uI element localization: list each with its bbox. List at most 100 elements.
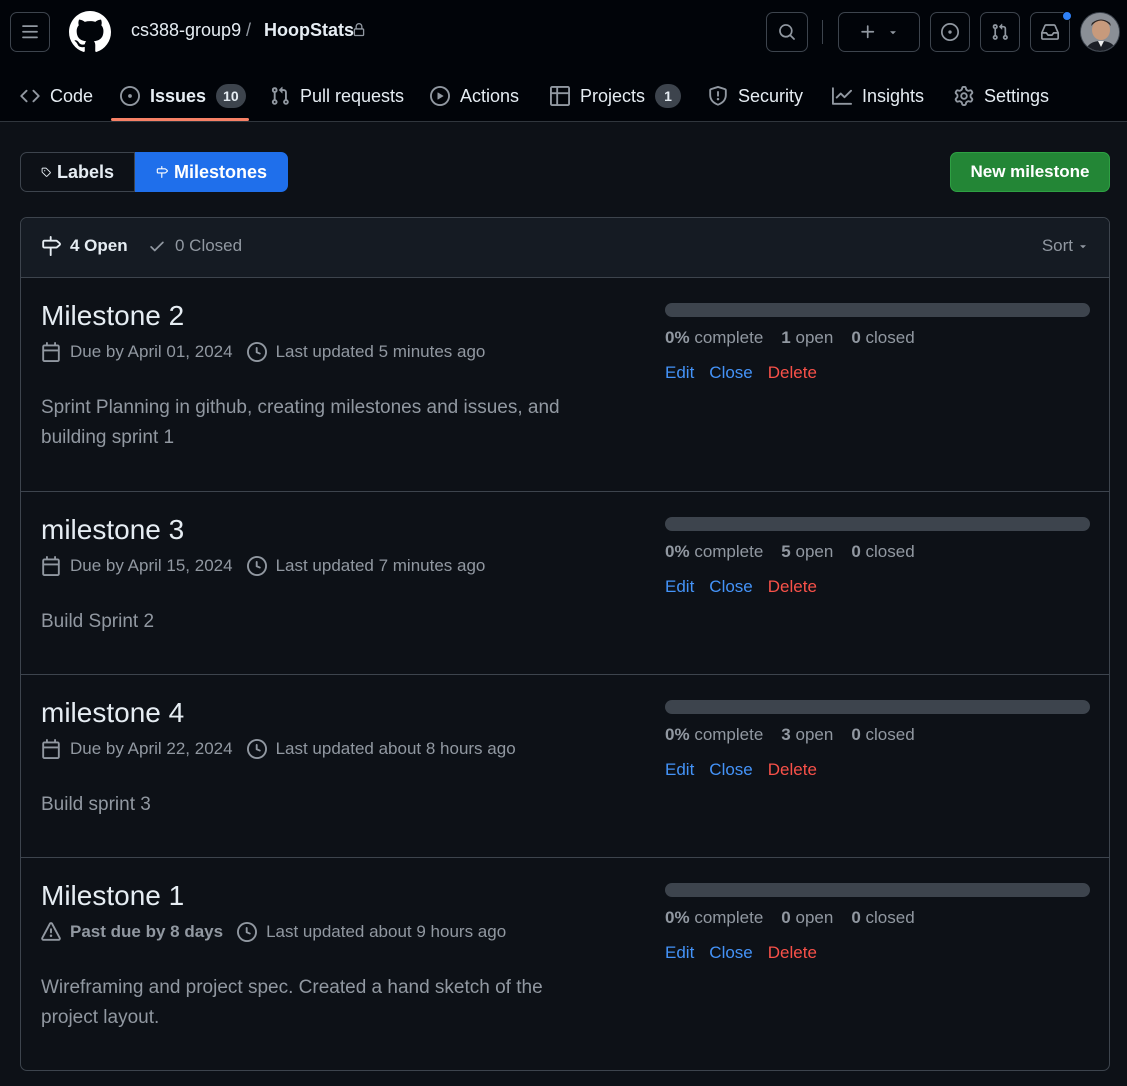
- git-pull-request-icon: [271, 86, 289, 105]
- milestone-stats: 0% complete 5 open 0 closed: [665, 542, 933, 562]
- progress-bar: [665, 700, 1090, 714]
- menu-button[interactable]: [10, 12, 50, 52]
- open-issues-count[interactable]: 5 open: [781, 542, 833, 562]
- milestone-title[interactable]: Milestone 1: [41, 880, 184, 912]
- selected-tab-underline: [111, 118, 249, 121]
- tab-insights[interactable]: Insights: [832, 70, 924, 122]
- tab-code[interactable]: Code: [20, 70, 93, 122]
- milestone-description: Wireframing and project spec. Created a …: [41, 977, 543, 1028]
- percent-complete: 0% complete: [665, 328, 764, 347]
- milestone-item: Milestone 1 Past due by 8 days Last upda…: [21, 858, 1109, 1070]
- tab-actions[interactable]: Actions: [430, 70, 519, 122]
- milestone-title[interactable]: Milestone 2: [41, 300, 184, 332]
- milestones-list-header: 4 Open 0 Closed Sort: [21, 218, 1109, 278]
- delete-link[interactable]: Delete: [768, 760, 817, 780]
- your-pull-requests-button[interactable]: [980, 12, 1020, 52]
- breadcrumb-owner[interactable]: cs388-group9: [131, 20, 241, 41]
- delete-link[interactable]: Delete: [768, 943, 817, 963]
- tab-projects[interactable]: Projects 1: [550, 70, 682, 122]
- tab-insights-label: Insights: [862, 85, 925, 106]
- tab-security-label: Security: [738, 85, 804, 106]
- close-link[interactable]: Close: [709, 760, 752, 780]
- tab-pull-requests-label: Pull requests: [300, 85, 405, 106]
- tab-projects-label: Projects: [580, 85, 646, 106]
- milestone-meta: Due by April 01, 2024 Last updated 5 min…: [41, 342, 499, 362]
- tab-issues[interactable]: Issues 10: [120, 70, 246, 122]
- milestone-stats: 0% complete 1 open 0 closed: [665, 328, 933, 348]
- edit-link[interactable]: Edit: [665, 363, 694, 383]
- search-button[interactable]: [766, 12, 808, 52]
- tab-pull-requests[interactable]: Pull requests: [270, 70, 404, 122]
- create-new-button[interactable]: [838, 12, 920, 52]
- header-divider: [822, 20, 823, 44]
- git-pull-request-icon: [992, 23, 1008, 40]
- closed-issues-count[interactable]: 0 closed: [851, 908, 914, 928]
- tab-settings[interactable]: Settings: [954, 70, 1049, 122]
- open-issues-count[interactable]: 3 open: [781, 725, 833, 745]
- open-issues-count[interactable]: 1 open: [781, 328, 833, 348]
- hamburger-icon: [22, 25, 38, 39]
- closed-issues-count[interactable]: 0 closed: [851, 725, 914, 745]
- search-icon: [779, 24, 795, 40]
- open-issues-count[interactable]: 0 open: [781, 908, 833, 928]
- calendar-icon: [42, 342, 60, 362]
- clock-icon: [237, 922, 258, 942]
- inbox-icon: [1041, 24, 1059, 40]
- your-issues-button[interactable]: [930, 12, 970, 52]
- tab-settings-label: Settings: [984, 85, 1050, 106]
- close-link[interactable]: Close: [709, 943, 752, 963]
- breadcrumb-repo[interactable]: HoopStats: [264, 20, 354, 41]
- milestone-title[interactable]: milestone 3: [41, 514, 184, 546]
- progress-bar: [665, 883, 1090, 897]
- closed-issues-count[interactable]: 0 closed: [851, 542, 914, 562]
- milestone-title[interactable]: milestone 4: [41, 697, 184, 729]
- table-icon: [550, 86, 570, 106]
- edit-link[interactable]: Edit: [665, 577, 694, 597]
- clock-icon: [246, 342, 267, 362]
- milestones-tab[interactable]: Milestones: [135, 152, 288, 192]
- milestone-updated: Last updated 7 minutes ago: [246, 556, 485, 576]
- open-count-label: 4 Open: [70, 236, 128, 255]
- avatar[interactable]: [1080, 12, 1120, 52]
- milestone-actions: Edit Close Delete: [665, 577, 817, 597]
- delete-link[interactable]: Delete: [768, 363, 817, 383]
- delete-link[interactable]: Delete: [768, 577, 817, 597]
- progress-bar: [665, 303, 1090, 317]
- milestone-updated: Last updated about 9 hours ago: [237, 922, 506, 942]
- sort-dropdown[interactable]: Sort: [1042, 236, 1089, 256]
- milestone-updated-text: Last updated about 8 hours ago: [275, 739, 516, 758]
- milestone-updated: Last updated 5 minutes ago: [246, 342, 485, 362]
- milestone-due-text: Due by April 15, 2024: [70, 556, 233, 575]
- milestone-due-text: Due by April 22, 2024: [70, 739, 233, 758]
- edit-link[interactable]: Edit: [665, 943, 694, 963]
- milestone-item: Milestone 2 Due by April 01, 2024 Last u…: [21, 278, 1109, 492]
- milestone-description: Build sprint 3: [41, 794, 151, 815]
- milestone-meta: Past due by 8 days Last updated about 9 …: [41, 922, 520, 942]
- new-milestone-button[interactable]: New milestone: [950, 152, 1110, 192]
- closed-issues-count[interactable]: 0 closed: [851, 328, 914, 348]
- close-link[interactable]: Close: [709, 363, 752, 383]
- progress-bar: [665, 517, 1090, 531]
- closed-milestones-filter[interactable]: 0 Closed: [148, 236, 242, 256]
- milestone-due: Due by April 01, 2024: [41, 342, 233, 362]
- tab-security[interactable]: Security: [708, 70, 803, 122]
- milestone-icon: [42, 236, 61, 256]
- open-milestones-filter[interactable]: 4 Open: [41, 236, 128, 256]
- milestones-tab-label: Milestones: [173, 161, 267, 182]
- breadcrumb-separator: /: [246, 20, 252, 40]
- plus-icon: [861, 25, 875, 39]
- milestone-stats: 0% complete 3 open 0 closed: [665, 725, 933, 745]
- close-link[interactable]: Close: [709, 577, 752, 597]
- github-logo-icon[interactable]: [69, 11, 111, 53]
- percent-complete: 0% complete: [665, 725, 764, 744]
- milestone-item: milestone 3 Due by April 15, 2024 Last u…: [21, 492, 1109, 675]
- tag-icon: [41, 167, 51, 177]
- labels-tab[interactable]: Labels: [20, 152, 135, 192]
- milestone-actions: Edit Close Delete: [665, 760, 817, 780]
- milestone-meta: Due by April 22, 2024 Last updated about…: [41, 739, 530, 759]
- milestone-updated: Last updated about 8 hours ago: [246, 739, 516, 759]
- notification-indicator: [1062, 11, 1072, 21]
- edit-link[interactable]: Edit: [665, 760, 694, 780]
- issues-counter: 10: [216, 84, 246, 108]
- milestone-due-text: Due by April 01, 2024: [70, 342, 233, 361]
